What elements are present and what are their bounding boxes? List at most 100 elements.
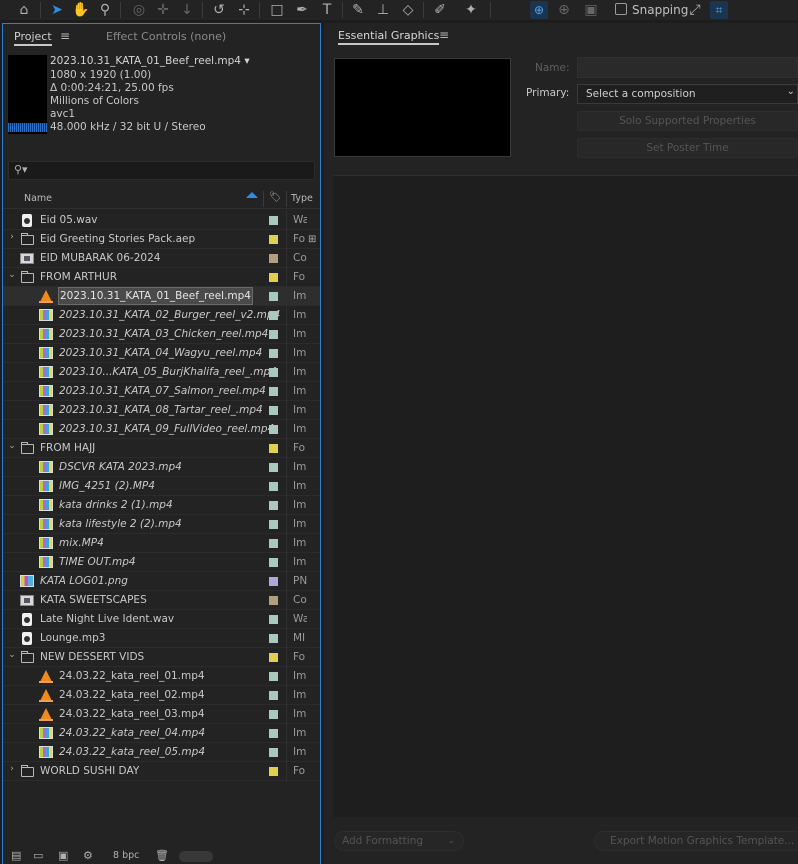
- bit-depth-label[interactable]: 8 bpc: [113, 850, 139, 861]
- home-icon[interactable]: ⌂: [13, 0, 35, 20]
- label-color-swatch[interactable]: [269, 273, 278, 282]
- type-tool-icon[interactable]: T: [316, 0, 338, 20]
- project-item-row[interactable]: 2023.10...KATA_05_BurjKhalifa_reel_.mp4 I…: [3, 363, 320, 382]
- panel-menu-icon[interactable]: ≡: [60, 29, 70, 43]
- label-color-swatch[interactable]: [269, 501, 278, 510]
- label-color-swatch[interactable]: [269, 634, 278, 643]
- pan-camera-icon[interactable]: ✛: [152, 0, 174, 20]
- project-item-row[interactable]: DSCVR KATA 2023.mp4 Im: [3, 458, 320, 477]
- project-item-row[interactable]: 2023.10.31_KATA_08_Tartar_reel_.mp4 Im: [3, 401, 320, 420]
- label-color-swatch[interactable]: [269, 406, 278, 415]
- anchor-point-tool-icon[interactable]: ⊹: [233, 0, 255, 20]
- project-item-row[interactable]: Lounge.mp3 MI: [3, 629, 320, 648]
- label-color-swatch[interactable]: [269, 330, 278, 339]
- label-color-swatch[interactable]: [269, 558, 278, 567]
- set-poster-time-button[interactable]: Set Poster Time: [577, 138, 798, 158]
- roto-brush-tool-icon[interactable]: ✐: [429, 0, 451, 20]
- label-color-swatch[interactable]: [269, 615, 278, 624]
- label-color-swatch[interactable]: [269, 235, 278, 244]
- project-item-row[interactable]: 2023.10.31_KATA_02_Burger_reel_v2.mp4 Im: [3, 306, 320, 325]
- project-item-row[interactable]: 24.03.22_kata_reel_05.mp4 Im: [3, 743, 320, 762]
- solo-supported-properties-button[interactable]: Solo Supported Properties: [577, 111, 798, 131]
- label-color-swatch[interactable]: [269, 729, 278, 738]
- label-color-swatch[interactable]: [269, 596, 278, 605]
- column-type[interactable]: Type: [291, 193, 313, 204]
- label-color-swatch[interactable]: [269, 710, 278, 719]
- project-item-row[interactable]: 2023.10.31_KATA_01_Beef_reel.mp4 Im: [3, 287, 320, 306]
- label-color-swatch[interactable]: [269, 444, 278, 453]
- tab-essential-graphics[interactable]: Essential Graphics: [338, 29, 440, 45]
- label-color-swatch[interactable]: [269, 387, 278, 396]
- label-color-swatch[interactable]: [269, 691, 278, 700]
- sort-ascending-icon[interactable]: [246, 192, 258, 198]
- column-divider[interactable]: [263, 191, 264, 207]
- label-color-swatch[interactable]: [269, 425, 278, 434]
- project-item-row[interactable]: 24.03.22_kata_reel_01.mp4 Im: [3, 667, 320, 686]
- chevron-down-icon[interactable]: ▾: [244, 55, 249, 67]
- project-item-row[interactable]: mix.MP4 Im: [3, 534, 320, 553]
- label-color-swatch[interactable]: [269, 539, 278, 548]
- project-item-row[interactable]: IMG_4251 (2).MP4 Im: [3, 477, 320, 496]
- twirl-toggle-icon[interactable]: ›: [7, 764, 17, 774]
- label-color-swatch[interactable]: [269, 216, 278, 225]
- label-tag-icon[interactable]: 🏷: [269, 192, 282, 203]
- label-color-swatch[interactable]: [269, 368, 278, 377]
- label-color-swatch[interactable]: [269, 482, 278, 491]
- label-color-swatch[interactable]: [269, 292, 278, 301]
- new-composition-icon[interactable]: ▣: [58, 849, 68, 862]
- project-item-row[interactable]: Eid 05.wav Wa: [3, 211, 320, 230]
- primary-composition-select[interactable]: Select a composition ⌄: [577, 84, 798, 104]
- project-item-row[interactable]: Late Night Live Ident.wav Wa: [3, 610, 320, 629]
- orbit-camera-icon[interactable]: ◎: [128, 0, 150, 20]
- tab-effect-controls[interactable]: Effect Controls (none): [106, 30, 226, 43]
- puppet-pin-tool-icon[interactable]: ✦: [460, 0, 482, 20]
- label-color-swatch[interactable]: [269, 767, 278, 776]
- world-axis-mode-icon[interactable]: ⊕: [553, 0, 575, 20]
- panel-menu-icon[interactable]: ≡: [439, 28, 449, 42]
- folder-row[interactable]: › WORLD SUSHI DAY Fo: [3, 762, 320, 781]
- label-color-swatch[interactable]: [269, 653, 278, 662]
- project-item-row[interactable]: 24.03.22_kata_reel_04.mp4 Im: [3, 724, 320, 743]
- new-folder-icon[interactable]: ▭: [33, 849, 43, 862]
- rotation-tool-icon[interactable]: ↺: [208, 0, 230, 20]
- add-formatting-dropdown[interactable]: Add Formatting ⌄: [334, 831, 464, 851]
- label-color-swatch[interactable]: [269, 577, 278, 586]
- name-field[interactable]: [577, 57, 798, 78]
- label-color-swatch[interactable]: [269, 349, 278, 358]
- view-axis-mode-icon[interactable]: ▣: [580, 0, 602, 20]
- export-motion-graphics-template-button[interactable]: Export Motion Graphics Template...: [594, 831, 798, 851]
- snapping-checkbox[interactable]: [615, 3, 627, 15]
- local-axis-mode-icon[interactable]: ⊕: [530, 1, 548, 19]
- folder-row[interactable]: ⌄ FROM ARTHUR Fo: [3, 268, 320, 287]
- brush-tool-icon[interactable]: ✎: [347, 0, 369, 20]
- project-item-row[interactable]: 2023.10.31_KATA_03_Chicken_reel.mp4 Im: [3, 325, 320, 344]
- pen-tool-icon[interactable]: ✒: [291, 0, 313, 20]
- hand-tool-icon[interactable]: ✋: [70, 0, 92, 20]
- twirl-toggle-icon[interactable]: ⌄: [7, 270, 17, 280]
- project-item-row[interactable]: 2023.10.31_KATA_09_FullVideo_reel.mp4 Im: [3, 420, 320, 439]
- label-color-swatch[interactable]: [269, 254, 278, 263]
- label-color-swatch[interactable]: [269, 672, 278, 681]
- project-item-row[interactable]: 2023.10.31_KATA_07_Salmon_reel.mp4 Im: [3, 382, 320, 401]
- label-color-swatch[interactable]: [269, 748, 278, 757]
- project-item-row[interactable]: kata lifestyle 2 (2).mp4 Im: [3, 515, 320, 534]
- snap-edges-icon[interactable]: ⤢: [684, 0, 706, 20]
- project-item-row[interactable]: 24.03.22_kata_reel_03.mp4 Im: [3, 705, 320, 724]
- selection-tool-icon[interactable]: ➤: [46, 0, 68, 20]
- label-color-swatch[interactable]: [269, 520, 278, 529]
- folder-row[interactable]: ⌄ FROM HAJJ Fo: [3, 439, 320, 458]
- column-name[interactable]: Name: [24, 193, 52, 204]
- project-item-row[interactable]: 24.03.22_kata_reel_02.mp4 Im: [3, 686, 320, 705]
- twirl-toggle-icon[interactable]: ⌄: [7, 650, 17, 660]
- thumbnail-size-slider[interactable]: [179, 851, 213, 862]
- project-item-row[interactable]: 2023.10.31_KATA_04_Wagyu_reel.mp4 Im: [3, 344, 320, 363]
- project-item-row[interactable]: kata drinks 2 (1).mp4 Im: [3, 496, 320, 515]
- interpret-footage-icon[interactable]: ▤: [11, 849, 21, 862]
- project-item-row[interactable]: KATA LOG01.png PN: [3, 572, 320, 591]
- column-divider[interactable]: [286, 191, 287, 207]
- label-color-swatch[interactable]: [269, 311, 278, 320]
- trash-icon[interactable]: 🗑: [155, 849, 169, 862]
- project-item-row[interactable]: KATA SWEETSCAPES Co: [3, 591, 320, 610]
- zoom-tool-icon[interactable]: ⚲: [94, 0, 116, 20]
- folder-row[interactable]: ⌄ NEW DESSERT VIDS Fo: [3, 648, 320, 667]
